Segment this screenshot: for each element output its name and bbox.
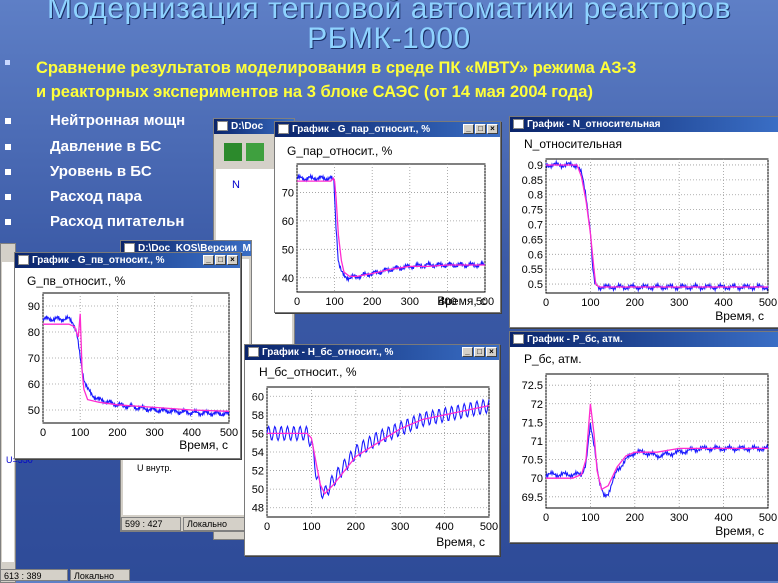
chart-xlabel: Время, с xyxy=(179,438,228,452)
y-tick-label: 50 xyxy=(252,484,264,496)
x-tick-label: 400 xyxy=(435,521,453,533)
x-tick-label: 300 xyxy=(670,297,688,309)
chart-window-p-pressure: График - P_бс, атм. P_бс, атм. 0 100 200 30… xyxy=(509,331,778,543)
y-tick-label: 70 xyxy=(531,473,543,485)
chart-xlabel: Время, с xyxy=(436,535,485,549)
chart-xlabel: Время, с xyxy=(437,294,486,308)
slide-title: Модернизация тепловой автоматики реактор… xyxy=(0,0,778,54)
y-tick-label: 0.85 xyxy=(522,175,543,187)
chart-xlabel: Время, с xyxy=(715,309,764,323)
x-tick-label: 100 xyxy=(325,296,343,308)
scheme-canvas-c[interactable] xyxy=(2,262,14,562)
x-tick-label: 300 xyxy=(401,296,419,308)
status-coords: 599 : 427 xyxy=(121,517,181,531)
x-tick-label: 500 xyxy=(480,521,498,533)
x-tick-label: 500 xyxy=(759,512,777,524)
window-icon xyxy=(217,121,228,131)
x-tick-label: 0 xyxy=(294,296,300,308)
y-tick-label: 50 xyxy=(282,244,294,256)
scheme-label-n: N xyxy=(232,179,240,191)
x-tick-label: 300 xyxy=(391,521,409,533)
status-mode: Локально xyxy=(70,569,130,581)
x-tick-label: 200 xyxy=(347,521,365,533)
chart-plot-area[interactable]: 0 100 200 300 400 500 0.5 0.55 0.6 0.65 0.7 0.75 0.8… xyxy=(510,117,778,327)
x-tick-label: 200 xyxy=(363,296,381,308)
status-coords: 613 : 389 xyxy=(0,569,68,581)
plot-frame xyxy=(296,163,486,293)
x-tick-label: 200 xyxy=(108,427,126,439)
bullet-square-icon xyxy=(5,169,11,175)
y-tick-label: 40 xyxy=(282,273,294,285)
subtitle-line2: и реакторных экспериментов на 3 блоке СА… xyxy=(36,83,593,101)
chart-window-h-level: График - H_бс_относит., % _ □ × H_бс_относ… xyxy=(244,344,500,556)
y-tick-label: 0.8 xyxy=(528,190,543,202)
x-tick-label: 100 xyxy=(302,521,320,533)
x-tick-label: 0 xyxy=(40,427,46,439)
y-tick-label: 50 xyxy=(28,405,40,417)
x-tick-label: 0 xyxy=(543,297,549,309)
y-tick-label: 0.7 xyxy=(528,220,543,232)
y-tick-label: 0.6 xyxy=(528,249,543,261)
bullet-square-icon xyxy=(5,194,11,200)
x-tick-label: 0 xyxy=(264,521,270,533)
y-tick-label: 70 xyxy=(28,353,40,365)
slide-title-line1: Модернизация тепловой автоматики реактор… xyxy=(46,0,732,25)
chart-window-g-feedwater: График - G_пв_относит., % _ □ × G_пв_относ… xyxy=(14,252,241,459)
y-tick-label: 0.5 xyxy=(528,279,543,291)
x-tick-label: 400 xyxy=(714,297,732,309)
y-tick-label: 70.5 xyxy=(522,455,543,467)
y-tick-label: 90 xyxy=(28,301,40,313)
x-tick-label: 100 xyxy=(71,427,89,439)
y-tick-label: 60 xyxy=(28,379,40,391)
scheme-block-label: U внутр. xyxy=(137,463,172,473)
y-tick-label: 0.9 xyxy=(528,160,543,172)
y-tick-label: 0.55 xyxy=(522,264,543,276)
plot-frame xyxy=(545,158,769,294)
y-tick-label: 60 xyxy=(252,391,264,403)
bullet-square-icon xyxy=(5,219,11,225)
status-mode: Локально xyxy=(183,517,249,531)
y-tick-label: 56 xyxy=(252,428,264,440)
y-tick-label: 60 xyxy=(282,216,294,228)
toolbar-arrow-icon[interactable] xyxy=(246,143,264,161)
chart-plot-area[interactable]: 0 100 200 300 400 500 48 50 52 54 56 58 60 xyxy=(245,345,499,555)
bullet-square-icon xyxy=(5,144,11,150)
slide-subtitle: Сравнение результатов моделирования в ср… xyxy=(36,56,766,104)
y-tick-label: 48 xyxy=(252,503,264,515)
toolbar-run-icon[interactable] xyxy=(224,143,242,161)
x-tick-label: 0 xyxy=(543,512,549,524)
y-tick-label: 72.5 xyxy=(522,380,543,392)
chart-plot-area[interactable]: 0 100 200 300 400 50040506070 xyxy=(275,122,500,312)
chart-xlabel: Время, с xyxy=(715,524,764,538)
x-tick-label: 400 xyxy=(714,512,732,524)
chart-plot-area[interactable]: 0 100 200 300 400 5005060708090 xyxy=(15,253,240,458)
y-tick-label: 0.75 xyxy=(522,205,543,217)
y-tick-label: 71 xyxy=(531,436,543,448)
x-tick-label: 300 xyxy=(670,512,688,524)
x-tick-label: 200 xyxy=(626,297,644,309)
y-tick-label: 70 xyxy=(282,187,294,199)
y-tick-label: 0.65 xyxy=(522,234,543,246)
y-tick-label: 52 xyxy=(252,466,264,478)
subtitle-line1: Сравнение результатов моделирования в ср… xyxy=(36,59,637,77)
y-tick-label: 71.5 xyxy=(522,417,543,429)
chart-window-g-steam: График - G_пар_относит., % _ □ × G_пар_отн… xyxy=(274,121,501,313)
y-tick-label: 69.5 xyxy=(522,492,543,504)
chart-window-n-relative: График - N_относительная N_относительная… xyxy=(509,116,778,328)
bullet-square-icon xyxy=(5,118,11,124)
x-tick-label: 100 xyxy=(581,512,599,524)
chart-plot-area[interactable]: 0 100 200 300 400 500 69.5 70 70.5 71 71.5 72 72.5 xyxy=(510,332,778,542)
y-tick-label: 54 xyxy=(252,447,264,459)
y-tick-label: 80 xyxy=(28,327,40,339)
x-tick-label: 300 xyxy=(145,427,163,439)
x-tick-label: 500 xyxy=(759,297,777,309)
y-tick-label: 72 xyxy=(531,399,543,411)
x-tick-label: 200 xyxy=(626,512,644,524)
y-tick-label: 58 xyxy=(252,410,264,422)
slide-title-line2: РБМК-1000 xyxy=(307,22,471,55)
subtitle-bullet-icon xyxy=(5,60,10,65)
x-tick-label: 100 xyxy=(581,297,599,309)
